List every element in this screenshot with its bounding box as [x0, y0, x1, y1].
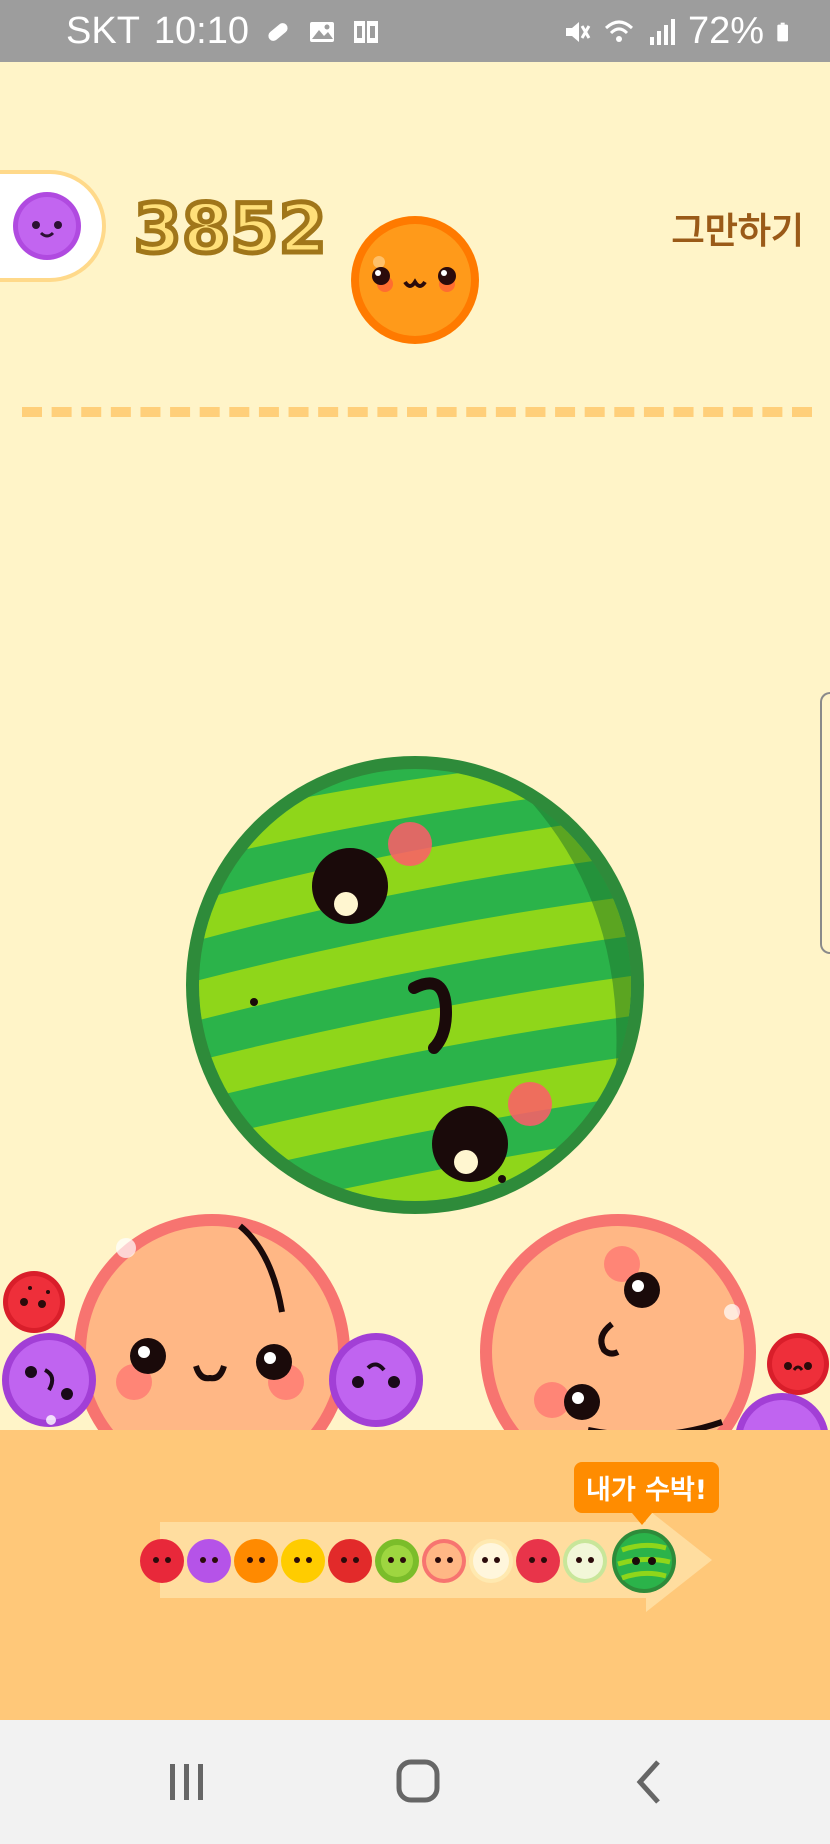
home-icon[interactable]: [378, 1750, 458, 1814]
clock: 10:10: [153, 10, 249, 52]
next-grape-icon: [13, 192, 81, 260]
evo-grape-icon: [187, 1539, 231, 1583]
wifi-icon: [604, 20, 633, 42]
evo-orange-icon: [234, 1539, 278, 1583]
evo-pear-icon: [469, 1539, 513, 1583]
watermelon-icon: [186, 756, 644, 1214]
back-icon[interactable]: [610, 1750, 690, 1814]
cast-icon: [354, 20, 378, 43]
evo-watermelon-icon: [612, 1529, 676, 1593]
evo-lemon-icon: [281, 1539, 325, 1583]
danger-line: [22, 407, 812, 417]
battery-percent: 72%: [687, 10, 764, 52]
evo-tomato-icon: [516, 1539, 560, 1583]
status-bar: SKT 10:10 72%: [0, 0, 830, 62]
edge-panel-handle[interactable]: [820, 692, 830, 954]
battery-icon: [777, 22, 788, 41]
score-display: 3852: [131, 188, 328, 272]
recents-icon[interactable]: [146, 1750, 226, 1814]
pill-icon: [268, 22, 288, 41]
drop-orange-icon[interactable]: [349, 214, 481, 346]
evo-apple-icon: [328, 1539, 372, 1583]
status-left: SKT 10:10: [66, 10, 381, 53]
cherry-left-icon: [3, 1271, 65, 1333]
quit-button[interactable]: 그만하기: [672, 202, 804, 254]
next-fruit-preview: [0, 170, 106, 282]
watermelon-tooltip: 내가 수박!: [574, 1462, 720, 1525]
evolution-chain: [140, 1529, 676, 1593]
signal-icon: [649, 18, 675, 45]
game-area[interactable]: 3852 그만하기: [0, 62, 830, 1490]
carrier-label: SKT: [66, 10, 140, 52]
system-nav-bar: [0, 1720, 830, 1844]
cherry-right-icon: [767, 1333, 829, 1395]
evo-cherry-icon: [140, 1539, 184, 1583]
status-right: 72%: [562, 10, 796, 53]
grape-left-icon: [2, 1333, 96, 1427]
grape-middle-icon: [329, 1333, 423, 1427]
evo-peach-icon: [422, 1539, 466, 1583]
image-icon: [310, 21, 334, 42]
mute-vibrate-icon: [565, 21, 591, 42]
evo-melon-icon: [563, 1539, 607, 1583]
evo-kiwi-icon: [375, 1539, 419, 1583]
